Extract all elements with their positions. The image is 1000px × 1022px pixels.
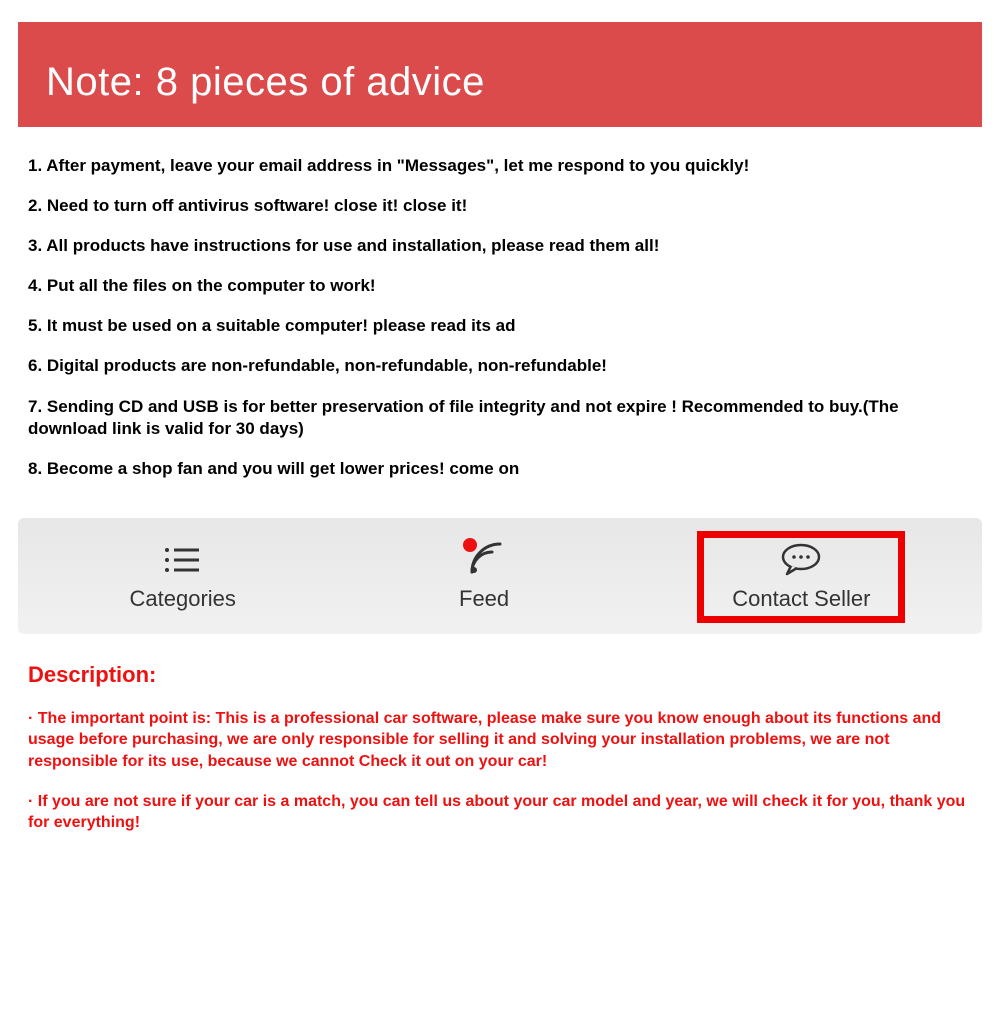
nav-feed[interactable]: Feed bbox=[429, 536, 539, 618]
nav-contact-seller[interactable]: Contact Seller bbox=[702, 536, 900, 618]
header-banner: Note: 8 pieces of advice bbox=[18, 22, 982, 127]
description-section: Description: · The important point is: T… bbox=[0, 634, 1000, 834]
nav-label: Contact Seller bbox=[732, 586, 870, 612]
header-title: Note: 8 pieces of advice bbox=[46, 60, 485, 104]
description-title: Description: bbox=[28, 662, 972, 688]
advice-item: 8. Become a shop fan and you will get lo… bbox=[28, 458, 972, 480]
description-paragraph: · The important point is: This is a prof… bbox=[28, 708, 972, 773]
advice-list: 1. After payment, leave your email addre… bbox=[0, 127, 1000, 508]
advice-item: 2. Need to turn off antivirus software! … bbox=[28, 195, 972, 217]
advice-item: 6. Digital products are non-refundable, … bbox=[28, 355, 972, 377]
speech-bubble-icon bbox=[779, 542, 823, 578]
advice-item: 5. It must be used on a suitable compute… bbox=[28, 315, 972, 337]
advice-item: 1. After payment, leave your email addre… bbox=[28, 155, 972, 177]
description-paragraph: · If you are not sure if your car is a m… bbox=[28, 791, 972, 834]
advice-item: 7. Sending CD and USB is for better pres… bbox=[28, 396, 972, 440]
notification-dot-icon bbox=[463, 538, 477, 552]
nav-bar: Categories Feed Contact Seller bbox=[18, 518, 982, 634]
advice-item: 4. Put all the files on the computer to … bbox=[28, 275, 972, 297]
advice-item: 3. All products have instructions for us… bbox=[28, 235, 972, 257]
list-icon bbox=[163, 542, 203, 578]
nav-categories[interactable]: Categories bbox=[100, 536, 266, 618]
nav-label: Categories bbox=[130, 586, 236, 612]
nav-label: Feed bbox=[459, 586, 509, 612]
